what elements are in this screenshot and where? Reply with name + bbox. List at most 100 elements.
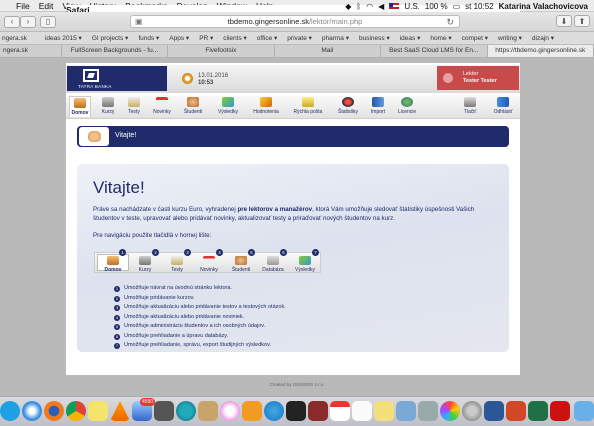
folder-icon[interactable] [574, 401, 594, 421]
nav-import[interactable]: Import [367, 96, 389, 117]
nav-rychla-posta[interactable]: Rýchla pošta [291, 96, 325, 117]
browser-tab-active[interactable]: https://tbdemo.gingersonline.sk [487, 45, 594, 57]
dropbox-icon[interactable]: ◆ [345, 2, 351, 11]
bookmark-item[interactable]: home ▾ [430, 34, 451, 42]
feature-list: 1 Umožňuje návrat na úvodnú stránku lekto… [114, 284, 494, 351]
bookmark-item[interactable]: ngera.sk [2, 35, 27, 42]
rating-icon [260, 97, 272, 107]
photos-icon[interactable] [440, 401, 460, 421]
bookmark-item[interactable]: PR ▾ [199, 34, 213, 42]
nav-kurzy[interactable]: Kurzy [97, 96, 119, 117]
bookmark-item[interactable]: ideas 2015 ▾ [45, 34, 82, 42]
nav-vysledky[interactable]: Výsledky [215, 96, 241, 117]
reader-icon[interactable]: ▣ [135, 17, 143, 26]
nav-hodnotenia[interactable]: Hodnotenia [251, 96, 281, 117]
intro-bold: pre lektorov a manažérov [237, 206, 313, 213]
firefox-icon[interactable] [44, 401, 64, 421]
calculator-icon[interactable] [154, 401, 174, 421]
nav-preview: 1 Domov 2 Kurzy 3 Testy 4 Novinky 5 Štud… [94, 249, 321, 273]
reload-icon[interactable]: ↻ [446, 17, 454, 28]
nav-testy[interactable]: Testy [123, 96, 145, 117]
system-tools-icon[interactable] [286, 401, 306, 421]
user-avatar-icon [443, 73, 453, 83]
browser-tab[interactable]: FullScreen Backgrounds - fu... [62, 45, 169, 57]
bookmark-item[interactable]: pharma ▾ [322, 34, 349, 42]
bookmark-item[interactable]: private ▾ [287, 34, 312, 42]
nav-novinky[interactable]: Novinky [150, 96, 174, 117]
user-name-label[interactable]: Katarina Valachovicova [499, 2, 588, 11]
students-icon [235, 256, 247, 265]
powerpoint-icon[interactable] [506, 401, 526, 421]
nav-licencie[interactable]: Licencie [394, 96, 420, 117]
page-footer: Created by GINGERS s.r.o. [269, 382, 325, 387]
chrome-icon[interactable] [66, 401, 86, 421]
nav-help-subtitle: Pre navigáciu použite tlačidlá v hornej … [93, 232, 212, 239]
address-bar[interactable]: ▣ tbdemo.gingersonline.sk/lektor/main.ph… [130, 15, 460, 28]
nav-odhlasit[interactable]: Odhlásiť [490, 96, 516, 117]
dictionary-icon[interactable] [308, 401, 328, 421]
notes-icon[interactable] [374, 401, 394, 421]
nav-statistiky[interactable]: Štatistiky [334, 96, 362, 117]
browser-tab[interactable]: Mail [275, 45, 382, 57]
browser-tab[interactable]: Best SaaS Cloud LMS for En... [381, 45, 488, 57]
list-item: 4 Umožňuje aktualizáciu alebo pridávanie … [114, 313, 245, 321]
preview-vysledky: 7 Výsledky [289, 249, 321, 273]
home-icon [107, 256, 119, 265]
clock-label[interactable]: st 10:52 [465, 2, 493, 11]
vlc-icon[interactable] [110, 401, 130, 421]
sidebar-button[interactable]: ▯ [40, 15, 56, 28]
bookmark-item[interactable]: ideas ▾ [400, 34, 421, 42]
downloads-button[interactable]: ⬇ [556, 15, 572, 27]
menu-file[interactable]: File [16, 1, 30, 11]
forward-button[interactable]: › [20, 15, 36, 28]
us-flag-icon[interactable] [389, 3, 400, 9]
share-icon: ⬆ [578, 16, 586, 26]
mail-badge: 4590 [140, 398, 156, 406]
battery-label[interactable]: 100 % [425, 2, 448, 11]
calendar-icon[interactable] [330, 401, 350, 421]
results-icon [299, 256, 311, 265]
menubar-status: ◆ ᛒ ◠ ◀ U.S. 100 % ▭ st 10:52 Katarina V… [345, 0, 588, 12]
flash-icon[interactable] [550, 401, 570, 421]
preview-icon[interactable] [396, 401, 416, 421]
volume-icon[interactable]: ◀ [378, 2, 384, 11]
license-icon [401, 97, 413, 107]
bluetooth-icon[interactable]: ᛒ [356, 2, 361, 11]
contacts-icon[interactable] [198, 401, 218, 421]
bookmark-item[interactable]: funds ▾ [138, 34, 159, 42]
nav-domov[interactable]: Domov [69, 96, 91, 117]
bookmark-item[interactable]: dizajn ▾ [532, 34, 554, 42]
menu-edit[interactable]: Edit [39, 1, 54, 11]
nav-studenti[interactable]: Študenti [181, 96, 205, 117]
back-button[interactable]: ‹ [4, 15, 20, 28]
bookmark-item[interactable]: business ▾ [359, 34, 390, 42]
app-store-icon[interactable] [264, 401, 284, 421]
bookmark-item[interactable]: Apps ▾ [169, 34, 189, 42]
ibooks-icon[interactable] [242, 401, 262, 421]
stats-icon [342, 97, 354, 107]
bookmark-item[interactable]: writing ▾ [498, 34, 522, 42]
stickies-icon[interactable] [88, 401, 108, 421]
wifi-icon[interactable]: ◠ [366, 2, 373, 11]
nav-tlacit[interactable]: Tlačiť [460, 96, 480, 117]
image-capture-icon[interactable] [418, 401, 438, 421]
input-source-label[interactable]: U.S. [404, 2, 420, 11]
excel-icon[interactable] [528, 401, 548, 421]
browser-tab[interactable]: Fivefootsix [168, 45, 275, 57]
safari-icon[interactable] [22, 401, 42, 421]
database-icon [267, 256, 279, 265]
word-icon[interactable] [484, 401, 504, 421]
itunes-icon[interactable] [220, 401, 240, 421]
tatra-banka-logo[interactable]: TATRA BANKA [67, 66, 167, 91]
bookmark-item[interactable]: compet ▾ [462, 34, 488, 42]
time-machine-icon[interactable] [176, 401, 196, 421]
bookmark-item[interactable]: office ▾ [257, 34, 278, 42]
share-button[interactable]: ⬆ [574, 15, 590, 27]
reminders-icon[interactable] [352, 401, 372, 421]
browser-tab[interactable]: ngera.sk [0, 45, 62, 57]
system-preferences-icon[interactable] [462, 401, 482, 421]
bookmark-item[interactable]: GI projects ▾ [92, 34, 129, 42]
skype-icon[interactable] [0, 401, 20, 421]
list-item: 2 Umožňuje pridávanie kurzov. [114, 294, 195, 302]
bookmark-item[interactable]: clients ▾ [223, 34, 247, 42]
